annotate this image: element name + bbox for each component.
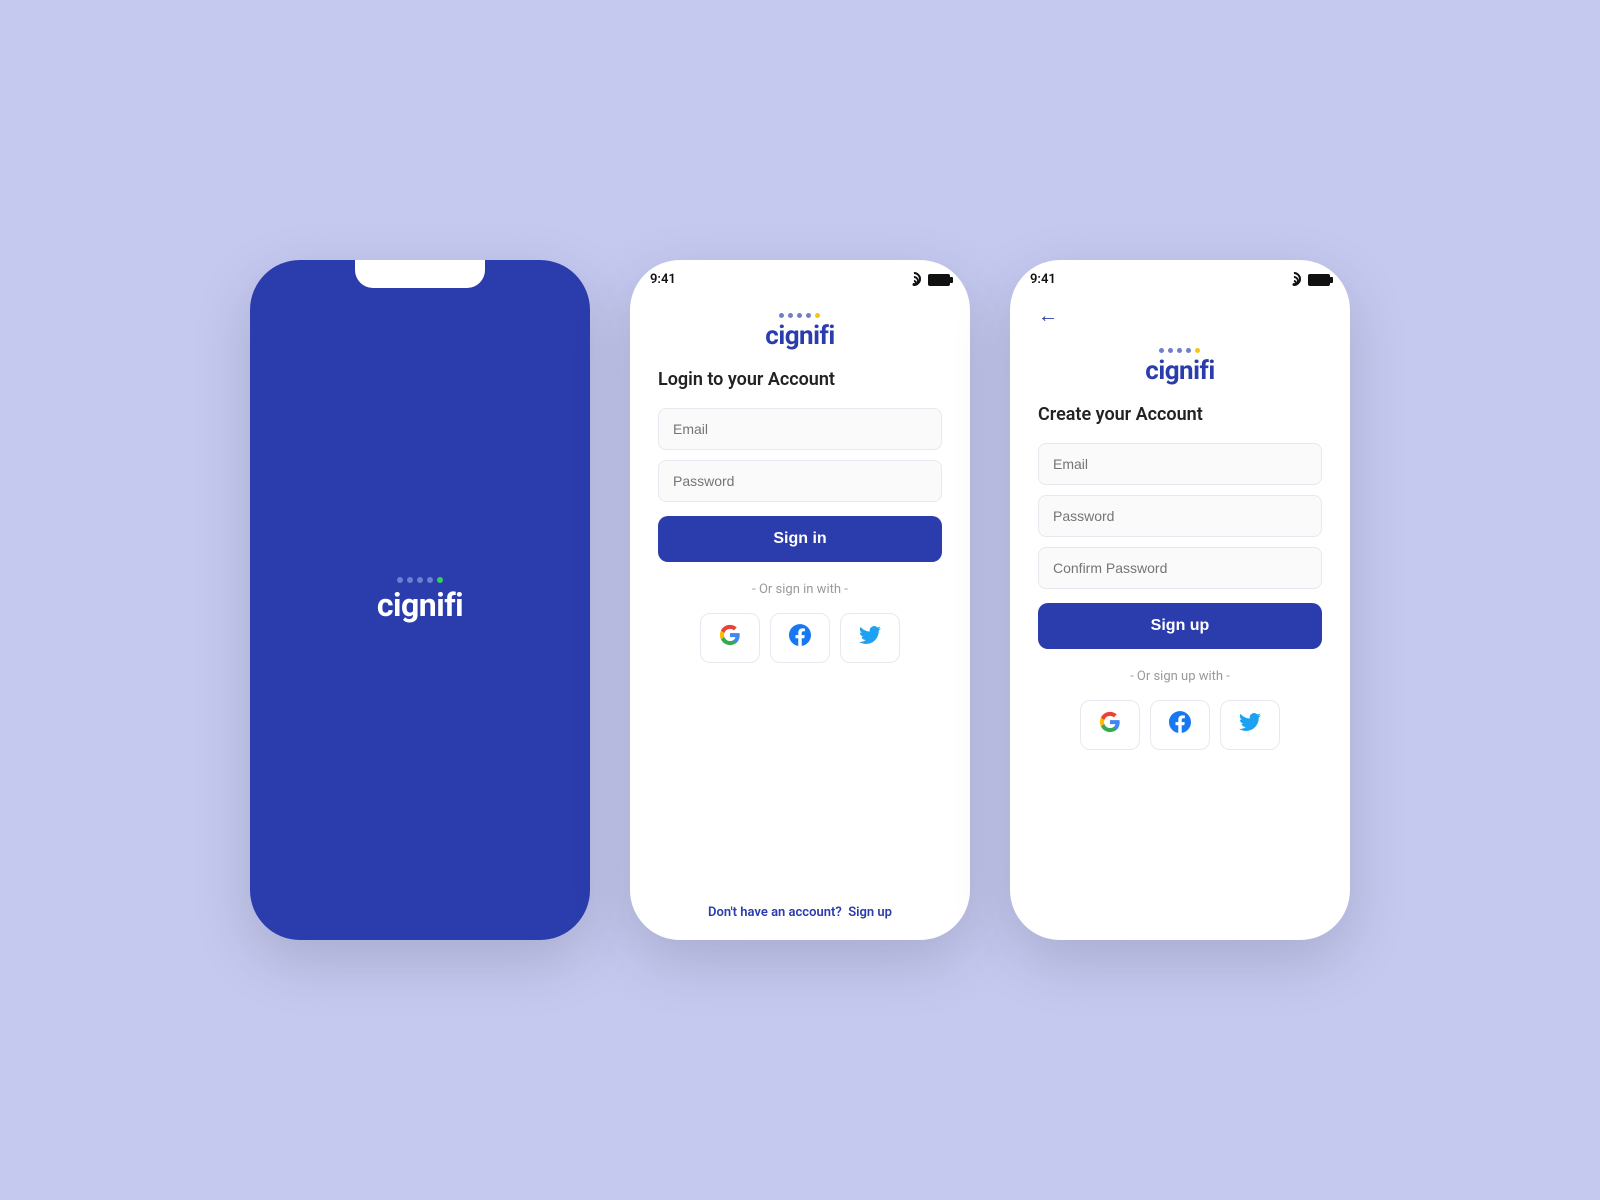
google-register-button[interactable] — [1080, 700, 1140, 750]
login-title: Login to your Account — [658, 369, 942, 390]
login-time: 9:41 — [650, 272, 676, 287]
register-logo-dots — [1159, 348, 1200, 353]
dot4 — [427, 577, 433, 583]
login-footer: Don't have an account? Sign up — [658, 895, 942, 920]
login-status-bar: 9:41 — [630, 260, 970, 293]
login-brand-name: cignifi — [765, 321, 834, 351]
register-wifi-icon — [1286, 274, 1302, 286]
splash-phone: cignifi — [250, 260, 590, 940]
login-dot2 — [788, 313, 793, 318]
back-button[interactable]: ← — [1038, 303, 1322, 328]
twitter-register-button[interactable] — [1220, 700, 1280, 750]
login-logo-container: cignifi — [658, 313, 942, 351]
reg-dot2 — [1168, 348, 1173, 353]
login-dot4 — [806, 313, 811, 318]
sign-in-button[interactable]: Sign in — [658, 516, 942, 562]
register-logo: cignifi — [1145, 348, 1214, 386]
login-divider: - Or sign in with - — [658, 582, 942, 597]
register-time: 9:41 — [1030, 272, 1056, 287]
register-social-buttons — [1038, 700, 1322, 750]
login-social-buttons — [658, 613, 942, 663]
dot2 — [407, 577, 413, 583]
sign-up-button[interactable]: Sign up — [1038, 603, 1322, 649]
facebook-login-button[interactable] — [770, 613, 830, 663]
register-password-input[interactable] — [1038, 495, 1322, 537]
login-password-input[interactable] — [658, 460, 942, 502]
login-footer-text: Don't have an account? — [708, 905, 842, 920]
login-logo-dots — [779, 313, 820, 318]
register-divider: - Or sign up with - — [1038, 669, 1322, 684]
register-status-bar: 9:41 — [1010, 260, 1350, 293]
twitter-icon — [859, 624, 881, 652]
google-register-icon — [1099, 711, 1121, 739]
notch — [355, 260, 485, 288]
login-email-input[interactable] — [658, 408, 942, 450]
register-logo-container: cignifi — [1038, 348, 1322, 386]
splash-content: cignifi — [250, 260, 590, 940]
splash-brand-name: cignifi — [377, 586, 463, 624]
twitter-login-button[interactable] — [840, 613, 900, 663]
login-phone: 9:41 cignifi Login to your Account — [630, 260, 970, 940]
reg-dot4 — [1186, 348, 1191, 353]
facebook-register-button[interactable] — [1150, 700, 1210, 750]
login-wifi-icon — [906, 274, 922, 286]
logo-dots-splash — [397, 577, 443, 583]
register-confirm-password-input[interactable] — [1038, 547, 1322, 589]
dot5-green — [437, 577, 443, 583]
register-screen-content: ← cignifi Create your Account Sign up - … — [1010, 293, 1350, 940]
register-status-icons — [1286, 274, 1330, 286]
login-logo: cignifi — [765, 313, 834, 351]
reg-dot3 — [1177, 348, 1182, 353]
register-battery-icon — [1308, 274, 1330, 286]
register-phone: 9:41 ← cignifi Create your Ac — [1010, 260, 1350, 940]
facebook-icon — [789, 624, 811, 652]
facebook-register-icon — [1169, 711, 1191, 739]
splash-logo: cignifi — [377, 577, 463, 624]
reg-dot5-yellow — [1195, 348, 1200, 353]
register-title: Create your Account — [1038, 404, 1322, 425]
login-signup-link[interactable]: Sign up — [848, 905, 892, 920]
google-icon — [719, 624, 741, 652]
login-dot1 — [779, 313, 784, 318]
login-status-icons — [906, 274, 950, 286]
dot3 — [417, 577, 423, 583]
register-email-input[interactable] — [1038, 443, 1322, 485]
login-dot3 — [797, 313, 802, 318]
reg-dot1 — [1159, 348, 1164, 353]
login-battery-icon — [928, 274, 950, 286]
login-dot5-yellow — [815, 313, 820, 318]
twitter-register-icon — [1239, 711, 1261, 739]
login-screen-content: cignifi Login to your Account Sign in - … — [630, 293, 970, 940]
google-login-button[interactable] — [700, 613, 760, 663]
dot1 — [397, 577, 403, 583]
register-brand-name: cignifi — [1145, 356, 1214, 386]
